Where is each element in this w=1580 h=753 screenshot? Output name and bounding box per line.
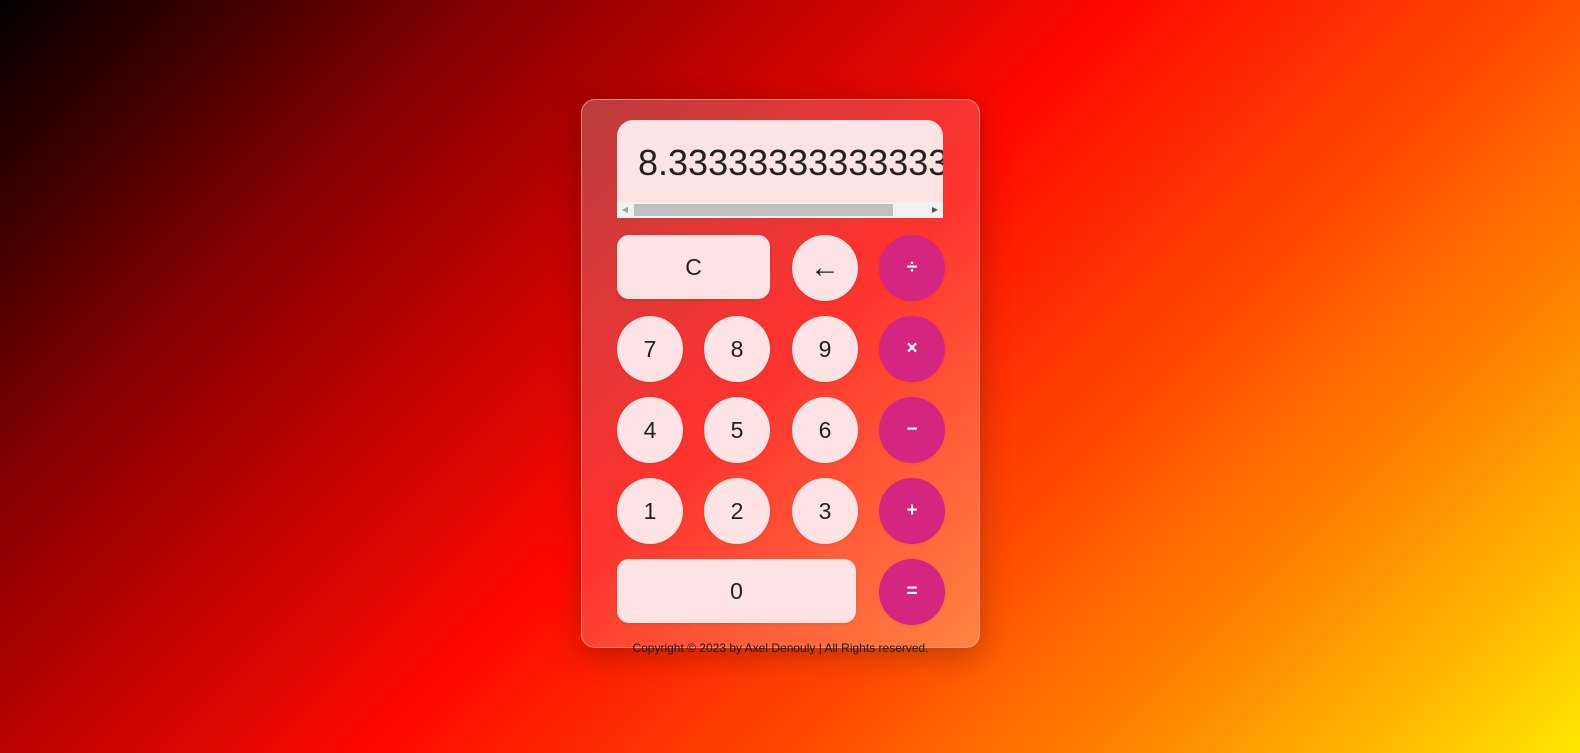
display-panel: 8.333333333333334 ◀ ▶ [617,120,943,218]
calculator: 8.333333333333334 ◀ ▶ C ← ÷ 7 8 9 × 4 5 … [581,99,980,648]
multiply-button[interactable]: × [879,316,945,382]
digit-6-button[interactable]: 6 [792,397,858,463]
copyright-text: Copyright © 2023 by Axel Denouly | All R… [632,641,929,655]
subtract-button[interactable]: − [879,397,945,463]
add-button[interactable]: + [879,478,945,544]
digit-4-button[interactable]: 4 [617,397,683,463]
clear-button[interactable]: C [617,235,770,299]
scrollbar-thumb[interactable] [634,204,893,216]
digit-5-button[interactable]: 5 [704,397,770,463]
digit-2-button[interactable]: 2 [704,478,770,544]
digit-1-button[interactable]: 1 [617,478,683,544]
backspace-button[interactable]: ← [792,235,858,301]
display-value: 8.333333333333334 [638,142,943,183]
divide-button[interactable]: ÷ [879,235,945,301]
digit-9-button[interactable]: 9 [792,316,858,382]
display-horizontal-scrollbar[interactable]: ◀ ▶ [617,202,943,218]
digit-8-button[interactable]: 8 [704,316,770,382]
digit-0-button[interactable]: 0 [617,559,856,623]
scroll-left-arrow-icon[interactable]: ◀ [620,205,630,215]
equals-button[interactable]: = [879,559,945,625]
digit-3-button[interactable]: 3 [792,478,858,544]
scroll-right-arrow-icon[interactable]: ▶ [930,205,940,215]
digit-7-button[interactable]: 7 [617,316,683,382]
